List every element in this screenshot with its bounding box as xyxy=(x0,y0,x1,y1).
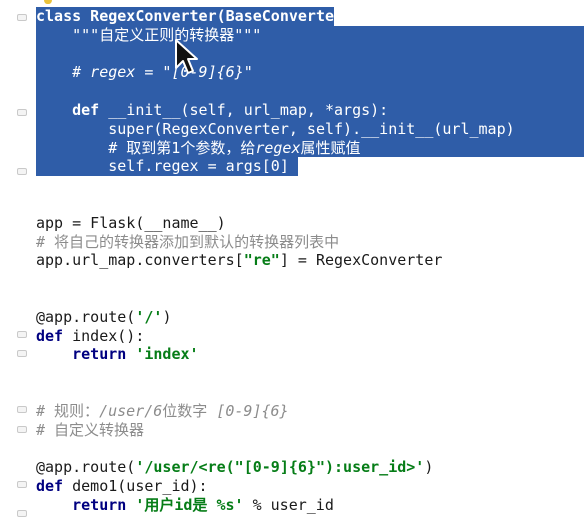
code-string: '用户id是 %s' xyxy=(126,495,244,514)
code-comment: # 规则： xyxy=(36,401,100,420)
code-comment: [0-9]{6} xyxy=(207,401,289,420)
code-comment: regex xyxy=(255,138,301,157)
code-string: 'index' xyxy=(126,345,199,364)
code-text: __init__(self, url_map, *args): xyxy=(99,100,389,119)
code-text: 自定义正则的转换器 xyxy=(99,25,235,44)
code-comment: /user/6 xyxy=(99,401,163,420)
code-text: app.url_map.converters[ xyxy=(36,251,244,270)
code-line: # regex = "[0-9]{6}" xyxy=(36,63,584,83)
code-text: ) xyxy=(162,307,172,326)
code-line: """自定义正则的转换器""" xyxy=(36,25,584,45)
code-line: return '用户id是 %s' % user_id xyxy=(36,496,584,515)
code-line: @app.route('/') xyxy=(36,308,584,327)
code-keyword: return xyxy=(36,345,127,364)
fold-marker-icon[interactable] xyxy=(17,331,27,338)
code-text: self.regex = args[0] xyxy=(36,157,289,176)
code-line: app.url_map.converters["re"] = RegexConv… xyxy=(36,251,584,270)
code-text: % user_id xyxy=(243,495,334,514)
code-comment: # 自定义转换器 xyxy=(36,420,145,439)
code-keyword: return xyxy=(36,495,127,514)
code-keyword: def xyxy=(36,100,100,119)
code-comment: 位数字 xyxy=(162,401,208,420)
code-text: ] = RegexConverter xyxy=(279,251,443,270)
code-string: '/user/<re("[0-9]{6}"):user_id>' xyxy=(135,458,425,477)
code-text: """ xyxy=(234,25,262,44)
code-text: class RegexConverter(BaseConverter): xyxy=(36,7,362,25)
code-line: # 规则：/user/6位数字 [0-9]{6} xyxy=(36,402,584,421)
code-comment: # 取到第1个参数，给 xyxy=(36,138,256,157)
code-comment: 属性赋值 xyxy=(300,138,361,157)
code-decorator: @app.route( xyxy=(36,458,136,477)
fold-marker-icon[interactable] xyxy=(17,109,27,116)
fold-marker-icon[interactable] xyxy=(17,481,27,488)
fold-marker-icon[interactable] xyxy=(17,350,27,357)
code-line: self.regex = args[0] xyxy=(36,157,584,177)
fold-marker-icon[interactable] xyxy=(17,426,27,433)
code-comment: # 将自己的转换器添加到默认的转换器列表中 xyxy=(36,232,340,251)
code-text: index(): xyxy=(63,326,145,345)
code-line: # 自定义转换器 xyxy=(36,421,584,440)
code-string: '/' xyxy=(135,307,163,326)
code-string: "re" xyxy=(243,251,280,270)
code-line: class RegexConverter(BaseConverter): xyxy=(36,7,584,26)
mouse-cursor-icon xyxy=(175,39,198,74)
fold-marker-icon[interactable] xyxy=(17,14,27,21)
code-decorator: @app.route( xyxy=(36,307,136,326)
fold-marker-icon[interactable] xyxy=(17,168,27,175)
code-line: @app.route('/user/<re("[0-9]{6}"):user_i… xyxy=(36,458,584,477)
code-line: def demo1(user_id): xyxy=(36,477,584,496)
code-area[interactable]: class RegexConverter(BaseConverter): """… xyxy=(36,7,584,515)
code-line: app = Flask(__name__) xyxy=(36,214,584,233)
code-keyword: def xyxy=(36,476,64,495)
code-line: super(RegexConverter, self).__init__(url… xyxy=(36,119,584,139)
code-text: """ xyxy=(36,25,100,44)
code-editor[interactable]: class RegexConverter(BaseConverter): """… xyxy=(0,0,584,520)
code-line: def index(): xyxy=(36,327,584,346)
code-text: super(RegexConverter, self).__init__(url… xyxy=(36,119,515,138)
code-line xyxy=(36,44,584,64)
code-keyword: def xyxy=(36,326,64,345)
fold-marker-icon[interactable] xyxy=(17,406,27,413)
code-text: app = Flask(__name__) xyxy=(36,213,226,232)
code-comment: # regex = "[0-9]{6}" xyxy=(36,63,253,82)
editor-gutter xyxy=(0,0,34,520)
fold-marker-icon[interactable] xyxy=(17,510,27,517)
code-line: # 取到第1个参数，给regex属性赋值 xyxy=(36,138,584,158)
code-line: def __init__(self, url_map, *args): xyxy=(36,100,584,120)
code-text: ) xyxy=(424,458,434,477)
code-line: # 将自己的转换器添加到默认的转换器列表中 xyxy=(36,233,584,252)
code-text: demo1(user_id): xyxy=(63,476,208,495)
lightbulb-icon[interactable] xyxy=(44,0,52,4)
code-line: return 'index' xyxy=(36,345,584,364)
code-line xyxy=(36,82,584,101)
